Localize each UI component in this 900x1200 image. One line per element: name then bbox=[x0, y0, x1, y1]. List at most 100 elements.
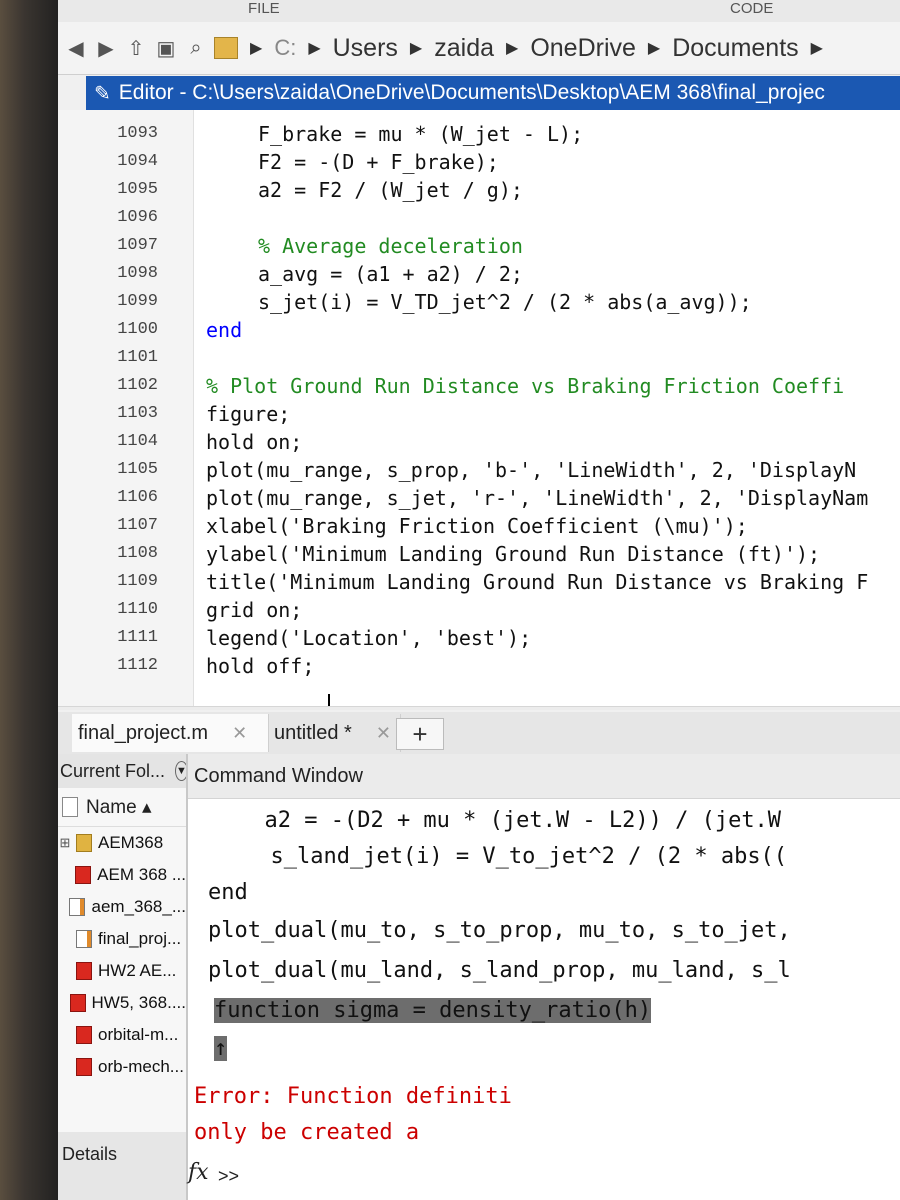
up-folder-icon[interactable]: ⇧ bbox=[124, 36, 148, 60]
monitor-bezel bbox=[0, 0, 62, 1200]
file-name: AEM 368 ... bbox=[97, 865, 186, 884]
file-name: aem_368_... bbox=[91, 897, 186, 916]
line-number: 1109 bbox=[117, 572, 158, 591]
file-list-item[interactable]: HW2 AE... bbox=[58, 955, 186, 987]
line-number: 1111 bbox=[117, 628, 158, 647]
command-output-line: plot_dual(mu_to, s_to_prop, mu_to, s_to_… bbox=[208, 918, 791, 943]
file-name: HW5, 368.... bbox=[91, 993, 186, 1012]
matlab-window: FILE CODE ◀ ▶ ⇧ ▣ ⌕ ▶ C: ▶ Users ▶ zaida… bbox=[58, 0, 900, 1200]
pdf-file-icon bbox=[76, 962, 92, 980]
line-number: 1099 bbox=[117, 292, 158, 311]
function-browser-icon[interactable]: fx bbox=[188, 1160, 209, 1185]
folder-icon bbox=[76, 834, 92, 852]
panel-menu-icon[interactable]: ▼ bbox=[175, 761, 186, 781]
chevron-right-icon: ▶ bbox=[810, 40, 823, 57]
expand-icon[interactable]: ⊞ bbox=[58, 835, 72, 851]
code-line: ylabel('Minimum Landing Ground Run Dista… bbox=[206, 542, 821, 566]
code-line: F_brake = mu * (W_jet - L); bbox=[258, 122, 584, 146]
file-name: orb-mech... bbox=[98, 1057, 184, 1076]
line-number: 1097 bbox=[117, 236, 158, 255]
code-editor[interactable]: 1093 1094 1095 1096 1097 1098 1099 1100 1101 1102… bbox=[58, 110, 900, 710]
line-number: 1101 bbox=[117, 348, 158, 367]
file-list-item[interactable]: HW5, 368.... bbox=[58, 987, 186, 1019]
matlab-file-icon bbox=[69, 898, 86, 916]
code-line: grid on; bbox=[206, 598, 303, 622]
error-message-line: only be created a bbox=[194, 1120, 420, 1145]
editor-tab-bar: final_project.m ✕ untitled * ✕ + bbox=[58, 712, 900, 755]
code-line: a2 = F2 / (W_jet / g); bbox=[258, 178, 523, 202]
details-label: Details bbox=[62, 1144, 118, 1164]
file-list-item[interactable]: aem_368_... bbox=[58, 891, 186, 923]
file-list-item[interactable]: final_proj... bbox=[58, 923, 186, 955]
line-number: 1093 bbox=[117, 124, 158, 143]
current-folder-header: Current Fol... ▼ bbox=[58, 754, 186, 788]
chevron-right-icon: ▶ bbox=[506, 40, 519, 57]
breadcrumb-users[interactable]: Users bbox=[333, 34, 398, 63]
close-icon[interactable]: ✕ bbox=[376, 723, 391, 744]
line-number: 1100 bbox=[117, 320, 158, 339]
pdf-file-icon bbox=[75, 866, 92, 884]
breadcrumb-drive[interactable]: C: bbox=[274, 35, 296, 61]
close-icon[interactable]: ✕ bbox=[232, 723, 247, 744]
code-line: plot(mu_range, s_jet, 'r-', 'LineWidth',… bbox=[206, 486, 869, 510]
command-window-title: Command Window bbox=[194, 764, 363, 787]
file-type-column-icon bbox=[62, 797, 78, 817]
ribbon-label-file: FILE bbox=[248, 0, 280, 17]
new-tab-button[interactable]: + bbox=[396, 718, 444, 750]
name-column-header[interactable]: Name ▴ bbox=[86, 796, 152, 819]
file-name: final_proj... bbox=[98, 929, 182, 948]
line-number: 1095 bbox=[117, 180, 158, 199]
line-number: 1110 bbox=[117, 600, 158, 619]
code-line: s_jet(i) = V_TD_jet^2 / (2 * abs(a_avg))… bbox=[258, 290, 752, 314]
command-output-line: ↑ bbox=[214, 1036, 228, 1061]
file-name: AEM368 bbox=[98, 833, 164, 852]
command-output-line: s_land_jet(i) = V_to_jet^2 / (2 * abs(( bbox=[244, 844, 788, 869]
forward-arrow-icon[interactable]: ▶ bbox=[94, 36, 118, 60]
command-prompt[interactable]: >> bbox=[218, 1166, 239, 1187]
pdf-file-icon bbox=[76, 1026, 92, 1044]
file-name: HW2 AE... bbox=[98, 961, 177, 980]
file-list-item[interactable]: ⊞ AEM368 bbox=[58, 827, 186, 859]
breadcrumb-documents[interactable]: Documents bbox=[672, 34, 798, 63]
breadcrumb-onedrive[interactable]: OneDrive bbox=[530, 34, 636, 63]
code-line: end bbox=[206, 318, 243, 342]
tab-label: final_project.m bbox=[78, 721, 209, 744]
editor-title: Editor - C:\Users\zaida\OneDrive\Documen… bbox=[118, 81, 825, 104]
file-list-item[interactable]: orbital-m... bbox=[58, 1019, 186, 1051]
address-bar: ◀ ▶ ⇧ ▣ ⌕ ▶ C: ▶ Users ▶ zaida ▶ OneDriv… bbox=[58, 22, 900, 75]
editor-horizontal-scrollbar[interactable] bbox=[58, 706, 900, 710]
tab-final-project[interactable]: final_project.m ✕ bbox=[72, 714, 269, 752]
line-number: 1105 bbox=[117, 460, 158, 479]
command-output-line: end bbox=[208, 880, 248, 905]
line-number: 1096 bbox=[117, 208, 158, 227]
ribbon-label-code: CODE bbox=[730, 0, 774, 17]
back-arrow-icon[interactable]: ◀ bbox=[64, 36, 88, 60]
tab-untitled[interactable]: untitled * ✕ bbox=[266, 714, 401, 752]
chevron-right-icon: ▶ bbox=[647, 40, 661, 57]
file-list-item[interactable]: AEM 368 ... bbox=[58, 859, 186, 891]
browse-folder-icon[interactable]: ▣ bbox=[154, 36, 178, 60]
pdf-file-icon bbox=[76, 1058, 92, 1076]
error-message-line: Error: Function definiti bbox=[194, 1084, 512, 1109]
file-list-item[interactable]: orb-mech... bbox=[58, 1051, 186, 1083]
folder-icon bbox=[214, 37, 238, 59]
command-output-line: function sigma = density_ratio(h) bbox=[214, 998, 652, 1023]
search-folder-icon[interactable]: ⌕ bbox=[184, 36, 208, 60]
editor-pencil-icon: ✎ bbox=[94, 82, 111, 105]
breadcrumb-user[interactable]: zaida bbox=[434, 34, 494, 63]
code-line: legend('Location', 'best'); bbox=[206, 626, 532, 650]
line-number: 1106 bbox=[117, 488, 158, 507]
file-list: ⊞ AEM368 AEM 368 ... aem_368_... final_proj.… bbox=[58, 827, 186, 1083]
code-line: xlabel('Braking Friction Coefficient (\m… bbox=[206, 514, 748, 538]
current-folder-title: Current Fol... bbox=[60, 760, 166, 781]
code-line: % Plot Ground Run Distance vs Braking Fr… bbox=[206, 374, 845, 398]
code-line: F2 = -(D + F_brake); bbox=[258, 150, 499, 174]
command-window[interactable]: Command Window a2 = -(D2 + mu * (jet.W -… bbox=[188, 754, 900, 1200]
code-line: hold on; bbox=[206, 430, 303, 454]
command-window-header: Command Window bbox=[188, 754, 900, 799]
details-panel-toggle[interactable]: Details bbox=[58, 1132, 186, 1200]
code-line: title('Minimum Landing Ground Run Distan… bbox=[206, 570, 869, 594]
line-number: 1094 bbox=[117, 152, 158, 171]
tab-label: untitled * bbox=[274, 721, 352, 744]
line-number: 1112 bbox=[117, 656, 158, 675]
